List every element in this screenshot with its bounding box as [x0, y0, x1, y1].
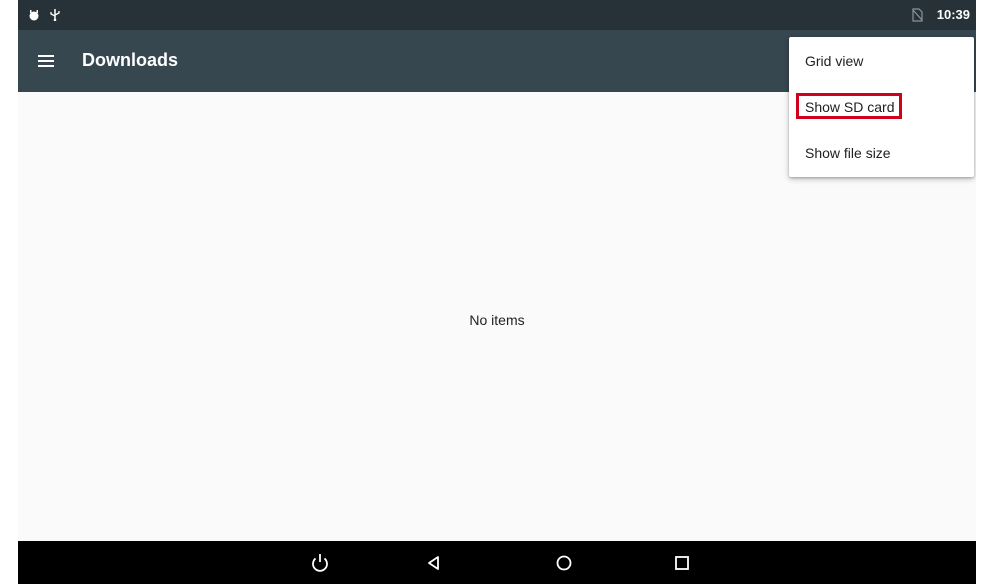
menu-item-label: Grid view	[805, 53, 864, 69]
menu-item-grid-view[interactable]: Grid view	[789, 38, 974, 84]
no-sim-icon	[912, 7, 923, 22]
status-icons-left	[28, 8, 60, 21]
navigation-bar	[18, 541, 976, 584]
status-icons-right: 10:39	[912, 7, 970, 22]
page-title: Downloads	[82, 50, 179, 70]
hamburger-menu-icon[interactable]	[34, 49, 58, 73]
overflow-menu: Grid view Show SD card Show file size	[789, 37, 974, 177]
android-debug-icon	[29, 9, 39, 20]
menu-item-label: Show file size	[805, 145, 891, 161]
power-icon[interactable]	[309, 552, 331, 574]
empty-state-message: No items	[469, 312, 525, 328]
status-bar: 10:39	[18, 0, 976, 30]
menu-item-label: Show SD card	[805, 99, 895, 115]
recents-icon[interactable]	[671, 552, 693, 574]
status-clock: 10:39	[936, 7, 970, 22]
home-icon[interactable]	[553, 552, 575, 574]
usb-icon	[50, 9, 60, 21]
menu-item-show-file-size[interactable]: Show file size	[789, 130, 974, 176]
device-screen: 10:39 Downloads No items Grid view Show …	[18, 0, 976, 584]
menu-item-show-sd-card[interactable]: Show SD card	[789, 84, 974, 130]
back-icon[interactable]	[423, 552, 445, 574]
